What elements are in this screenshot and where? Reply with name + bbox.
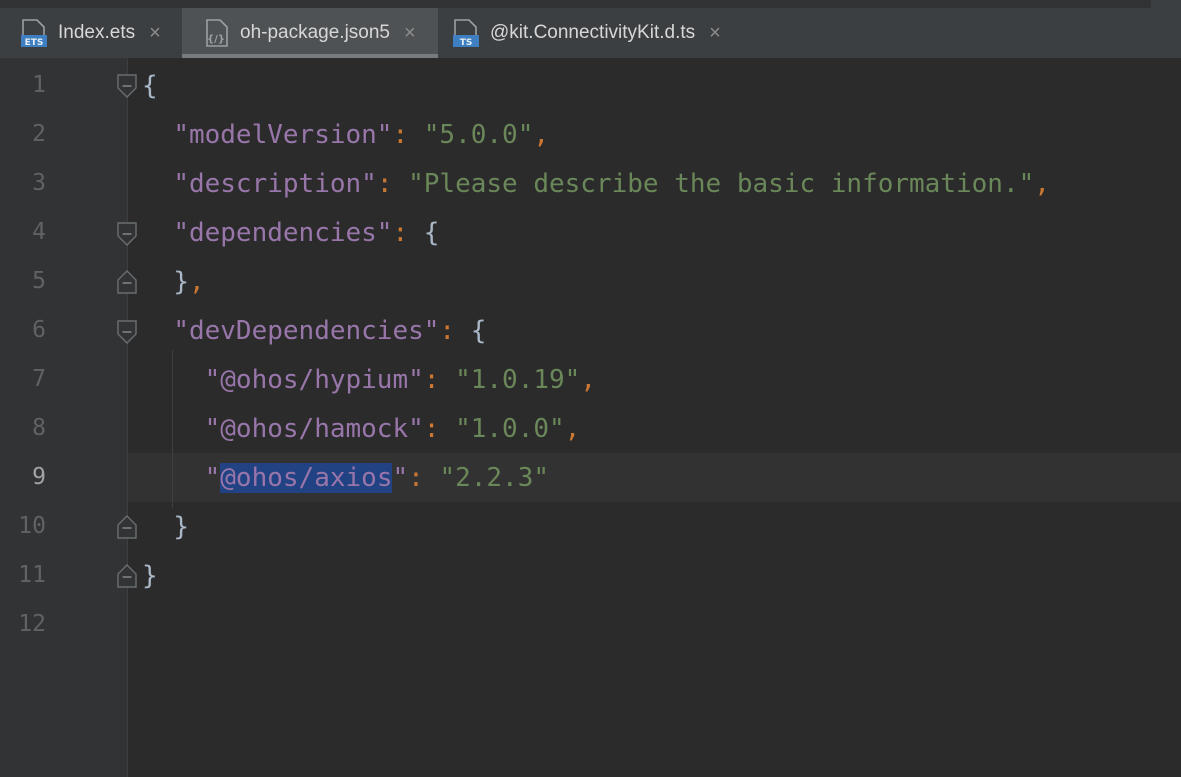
editor-tab-bar: ETS Index.ets × {/} oh-package.json5 × T… — [0, 0, 1181, 58]
fold-open-icon[interactable] — [116, 73, 138, 99]
close-tab-icon[interactable]: × — [149, 23, 161, 43]
tab-oh-package-json5[interactable]: {/} oh-package.json5 × — [182, 8, 438, 58]
code-line-5[interactable]: }, — [142, 262, 204, 302]
fold-close-icon[interactable] — [116, 269, 138, 295]
line-number: 3 — [32, 170, 46, 196]
tab-label: Index.ets — [58, 22, 136, 43]
line-number-current: 9 — [32, 464, 46, 490]
tab-connectivitykit-d-ts[interactable]: TS @kit.ConnectivityKit.d.ts × — [438, 8, 758, 58]
tab-label: @kit.ConnectivityKit.d.ts — [490, 22, 696, 43]
svg-text:{/}: {/} — [207, 34, 225, 45]
line-number: 11 — [18, 562, 46, 588]
line-number: 4 — [32, 219, 46, 245]
selected-text[interactable]: @ohos/axios — [220, 463, 393, 493]
code-line-1[interactable]: { — [142, 66, 158, 106]
svg-text:TS: TS — [460, 38, 473, 48]
indent-guide — [127, 60, 128, 777]
fold-open-icon[interactable] — [116, 319, 138, 345]
code-line-11[interactable]: } — [142, 556, 158, 596]
code-line-4[interactable]: "dependencies": { — [142, 213, 439, 253]
code-line-7[interactable]: "@ohos/hypium": "1.0.19", — [142, 360, 596, 400]
line-number: 1 — [32, 72, 46, 98]
line-number: 8 — [32, 415, 46, 441]
ts-file-icon: TS — [453, 19, 479, 48]
code-line-2[interactable]: "modelVersion": "5.0.0", — [142, 115, 549, 155]
code-line-10[interactable]: } — [142, 507, 189, 547]
close-tab-icon[interactable]: × — [404, 23, 416, 43]
code-line-3[interactable]: "description": "Please describe the basi… — [142, 164, 1050, 204]
fold-close-icon[interactable] — [116, 563, 138, 589]
ets-file-icon: ETS — [21, 19, 47, 48]
line-number: 5 — [32, 268, 46, 294]
code-line-8[interactable]: "@ohos/hamock": "1.0.0", — [142, 409, 581, 449]
active-tab-indicator — [182, 54, 438, 58]
line-number: 2 — [32, 121, 46, 147]
close-tab-icon[interactable]: × — [709, 23, 721, 43]
tab-bar-end — [1151, 0, 1181, 58]
tab-index-ets[interactable]: ETS Index.ets × — [0, 8, 182, 58]
tab-label: oh-package.json5 — [240, 22, 390, 43]
line-number: 12 — [18, 611, 46, 637]
line-number: 10 — [18, 513, 46, 539]
fold-close-icon[interactable] — [116, 514, 138, 540]
code-line-6[interactable]: "devDependencies": { — [142, 311, 486, 351]
json5-file-icon: {/} — [206, 19, 228, 47]
fold-open-icon[interactable] — [116, 221, 138, 247]
svg-text:ETS: ETS — [25, 38, 44, 48]
tab-bar-top-strip — [0, 0, 1181, 8]
line-number: 7 — [32, 366, 46, 392]
line-number: 6 — [32, 317, 46, 343]
code-line-9[interactable]: "@ohos/axios": "2.2.3" — [142, 458, 549, 498]
